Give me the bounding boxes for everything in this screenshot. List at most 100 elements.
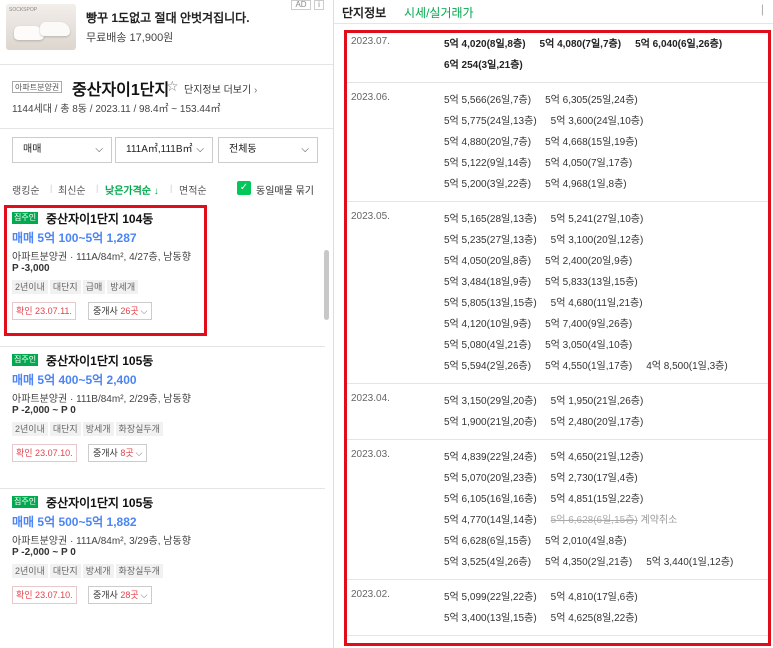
- agent-prefix: 중개사: [93, 590, 121, 600]
- deal-entry: 5억 4,050(7일,17층): [545, 158, 633, 169]
- deal-row: 5억 5,122(9일,14층) 5억 4,050(7일,17층): [444, 153, 768, 174]
- sort-ranking[interactable]: 랭킹순: [12, 182, 40, 197]
- sock-image: [40, 22, 70, 36]
- deal-entry: 5억 5,235(27일,13층): [444, 235, 537, 246]
- agent-count: 28곳: [120, 590, 139, 600]
- deal-entry: 5억 5,122(9일,14층): [444, 158, 532, 169]
- deal-entry: 5억 6,628(6일,15층): [444, 536, 532, 547]
- deal-entry: 5억 4,050(20일,8층): [444, 256, 532, 267]
- listing-tags: 2년이내 대단지 방세개 화장실두개: [12, 564, 165, 578]
- deal-row: 5억 5,080(4일,21층) 5억 3,050(4일,10층): [444, 335, 768, 356]
- deal-entry: 5억 4,350(2일,21층): [545, 557, 633, 568]
- listing-item[interactable]: 집주인 중산자이1단지 105동 매매 5억 400~5억 2,400 아파트분…: [0, 347, 325, 489]
- deal-entry: 5억 3,100(20일,12층): [550, 235, 644, 246]
- deal-row: 5억 4,120(10일,9층) 5억 7,400(9일,26층): [444, 314, 768, 335]
- ad-title[interactable]: 빵꾸 1도없고 절대 안벗겨집니다.: [86, 9, 250, 26]
- transaction-month: 2023.03. 5억 4,839(22일,24층) 5억 4,650(21일,12…: [347, 440, 768, 580]
- agent-dropdown[interactable]: 중개사 26곳 ⌵: [88, 302, 153, 320]
- deal-entry: 5억 5,070(20일,23층): [444, 473, 537, 484]
- chevron-down-icon: ⌵: [140, 590, 148, 600]
- listing-tag: 방세개: [82, 564, 114, 578]
- ad-subtitle: 무료배송 17,900원: [86, 32, 174, 44]
- owner-badge: 집주인: [12, 212, 39, 224]
- complex-info-link-label: 단지정보 더보기: [184, 85, 252, 96]
- sort-latest[interactable]: 최신순: [58, 182, 86, 197]
- deal-entry: 5억 4,625(8일,22층): [550, 613, 638, 624]
- listing-item[interactable]: 집주인 중산자이1단지 104동 매매 5억 100~5억 1,287 아파트분…: [0, 205, 325, 347]
- deal-row: 5억 4,839(22일,24층) 5억 4,650(21일,12층): [444, 447, 768, 468]
- listing-tag: 화장실두개: [115, 422, 163, 436]
- listing-price: 매매 5억 400~5억 2,400: [12, 373, 137, 387]
- deal-entry: 4억 8,500(1일,3층): [646, 361, 728, 372]
- deal-entry: 5억 4,550(1일,17층): [545, 361, 633, 372]
- deal-entry: 5억 3,525(4일,26층): [444, 557, 532, 568]
- trade-type-select[interactable]: 매매 ⌵: [12, 137, 112, 163]
- listing-premium: P -2,000 ~ P 0: [12, 405, 76, 416]
- deal-entry: 5억 6,040(6일,26층): [635, 39, 723, 50]
- deal-entry: 5억 5,099(22일,22층): [444, 592, 537, 603]
- deal-entry: 5억 4,839(22일,24층): [444, 452, 537, 463]
- transaction-list: 2023.07. 5억 4,020(8일,8층) 5억 4,080(7일,7층) 5억…: [347, 33, 768, 643]
- deal-entry: 5억 7,400(9일,26층): [545, 319, 633, 330]
- listing-name: 중산자이1단지 105동: [46, 496, 154, 510]
- transaction-month: 2023.06. 5억 5,566(26일,7층) 5억 6,305(25일,24층…: [347, 83, 768, 202]
- listing-item[interactable]: 집주인 중산자이1단지 105동 매매 5억 500~5억 1,882 아파트분…: [0, 489, 325, 631]
- transaction-month: 2023.02. 5억 5,099(22일,22층) 5억 4,810(17일,6층…: [347, 580, 768, 636]
- complex-meta: 1144세대 / 총 8동 / 2023.11 / 98.4㎡ ~ 153.44…: [12, 104, 221, 115]
- listing-tag: 대단지: [49, 422, 81, 436]
- deal-row: 5억 3,150(29일,20층) 5억 1,950(21일,26층): [444, 391, 768, 412]
- tab-complex-info[interactable]: 단지정보: [342, 4, 386, 21]
- sort-separator: |: [96, 183, 99, 193]
- deal-row: 5억 5,805(13일,15층) 5억 4,680(11일,21층): [444, 293, 768, 314]
- listing-tag: 급매: [82, 280, 106, 294]
- complex-info-link[interactable]: 단지정보 더보기 ›: [184, 81, 257, 96]
- tab-divider: |: [760, 2, 764, 16]
- month-label: 2023.07.: [351, 36, 390, 47]
- listing-tag: 대단지: [49, 564, 81, 578]
- deal-row: 5억 5,165(28일,13층) 5억 5,241(27일,10층): [444, 209, 768, 230]
- deal-entry: 6억 254(3일,21층): [444, 60, 523, 71]
- listing-scrollbar[interactable]: [324, 250, 329, 320]
- deal-row: 5억 5,594(2일,26층) 5억 4,550(1일,17층) 4억 8,500…: [444, 356, 768, 377]
- listing-price: 매매 5억 100~5억 1,287: [12, 231, 137, 245]
- listing-detail: 아파트분양권 · 111A/84m², 3/29층, 남동향: [12, 536, 191, 547]
- deal-entry: 5억 5,200(3일,22층): [444, 179, 532, 190]
- type-badge: 아파트분양권: [12, 81, 63, 93]
- listing-premium: P -3,000: [12, 263, 50, 274]
- deal-entry: 5억 4,880(20일,7층): [444, 137, 532, 148]
- month-label: 2023.03.: [351, 449, 390, 460]
- month-label: 2023.06.: [351, 92, 390, 103]
- chevron-right-icon: ›: [253, 85, 258, 96]
- chevron-down-icon: ⌵: [95, 144, 103, 155]
- same-listing-checkbox[interactable]: ✓: [237, 181, 251, 195]
- month-label: 2023.04.: [351, 393, 390, 404]
- ad-image[interactable]: SOCKSPOP: [6, 4, 76, 50]
- deal-entry: 5억 4,020(8일,8층): [444, 39, 526, 50]
- listing-tag: 대단지: [49, 280, 81, 294]
- agent-dropdown[interactable]: 중개사 8곳 ⌵: [88, 444, 148, 462]
- tab-price-history[interactable]: 시세/실거래가: [404, 4, 474, 21]
- deal-row: 5억 5,099(22일,22층) 5억 4,810(17일,6층): [444, 587, 768, 608]
- deal-entry: 5억 5,241(27일,10층): [550, 214, 644, 225]
- sort-area[interactable]: 면적순: [179, 182, 207, 197]
- sort-low-price[interactable]: 낮은가격순 ↓: [105, 182, 159, 197]
- ad-banner[interactable]: SOCKSPOP 빵꾸 1도없고 절대 안벗겨집니다. 무료배송 17,900원…: [0, 0, 333, 64]
- deal-entry: 5억 5,833(13일,15층): [545, 277, 638, 288]
- filter-bar: 매매 ⌵ 111A㎡,111B㎡ ⌵ 전체동 ⌵: [0, 128, 333, 174]
- same-listing-label[interactable]: 동일매물 묶기: [256, 182, 314, 197]
- deal-entry: 5억 4,120(10일,9층): [444, 319, 532, 330]
- confirm-date: 확인 23.07.10.: [12, 444, 77, 462]
- deal-row: 5억 6,628(6일,15층) 5억 2,010(4일,8층): [444, 531, 768, 552]
- building-select[interactable]: 전체동 ⌵: [218, 137, 318, 163]
- listing-premium: P -2,000 ~ P 0: [12, 547, 76, 558]
- deal-entry: 5억 3,150(29일,20층): [444, 396, 537, 407]
- agent-prefix: 중개사: [93, 448, 121, 458]
- sort-separator: |: [50, 183, 53, 193]
- listing-tag: 방세개: [82, 422, 114, 436]
- area-select[interactable]: 111A㎡,111B㎡ ⌵: [115, 137, 213, 163]
- deal-entry: 5억 3,484(18일,9층): [444, 277, 532, 288]
- ad-info-icon[interactable]: i: [314, 0, 324, 10]
- agent-dropdown[interactable]: 중개사 28곳 ⌵: [88, 586, 153, 604]
- star-icon[interactable]: ☆: [166, 78, 179, 95]
- deal-entry: 5억 2,010(4일,8층): [545, 536, 627, 547]
